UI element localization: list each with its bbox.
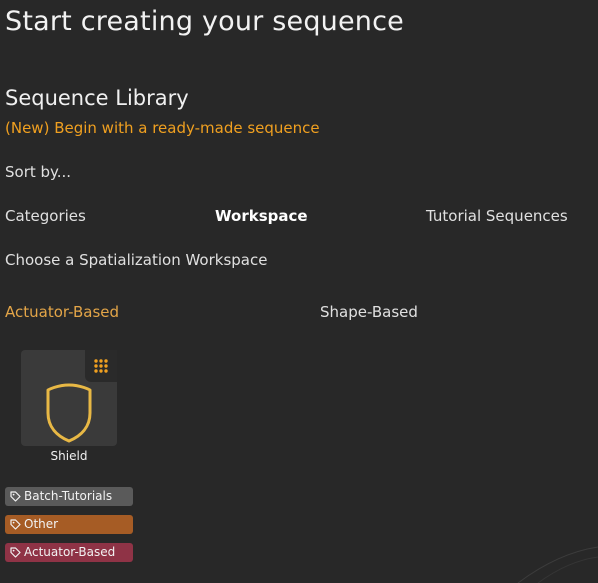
workspace-option-shape-based[interactable]: Shape-Based (320, 303, 418, 321)
shield-icon (46, 383, 92, 443)
page-title: Start creating your sequence (5, 6, 404, 37)
library-title: Sequence Library (5, 86, 189, 110)
sort-option-workspace[interactable]: Workspace (215, 207, 308, 225)
sort-option-categories[interactable]: Categories (5, 207, 86, 225)
tag-icon (10, 491, 21, 502)
workspace-prompt: Choose a Spatialization Workspace (5, 251, 268, 269)
tag-label: Actuator-Based (24, 545, 116, 559)
tag-icon (10, 519, 21, 530)
workspace-option-actuator-based[interactable]: Actuator-Based (5, 303, 119, 321)
sequence-card-shield[interactable] (21, 350, 117, 446)
tag-label: Batch-Tutorials (24, 489, 113, 503)
grid-dots-icon (94, 359, 108, 373)
tag-label: Other (24, 517, 59, 531)
card-label: Shield (50, 449, 88, 463)
sort-option-tutorial-sequences[interactable]: Tutorial Sequences (426, 207, 568, 225)
sort-by-label: Sort by... (5, 163, 72, 181)
tag-other[interactable]: Other (5, 515, 133, 534)
tag-icon (10, 547, 21, 558)
background-decoration (517, 546, 598, 583)
tag-actuator-based[interactable]: Actuator-Based (5, 543, 133, 562)
tag-batch-tutorials[interactable]: Batch-Tutorials (5, 487, 133, 506)
card-badge (85, 350, 117, 382)
library-subtitle-link[interactable]: (New) Begin with a ready-made sequence (5, 119, 320, 137)
